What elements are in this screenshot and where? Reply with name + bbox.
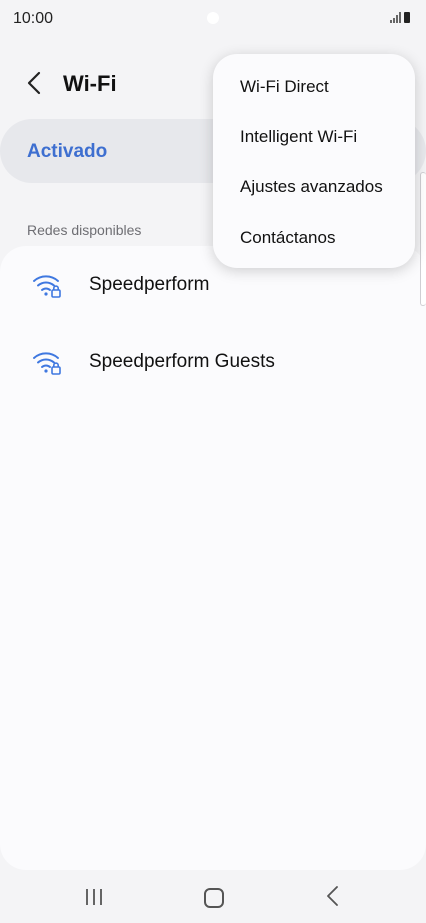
wifi-lock-icon bbox=[33, 352, 61, 375]
network-name: Speedperform Guests bbox=[89, 351, 275, 372]
battery-icon bbox=[404, 12, 410, 23]
wifi-lock-icon bbox=[33, 275, 61, 298]
scrollbar[interactable] bbox=[420, 172, 426, 306]
home-icon[interactable] bbox=[204, 888, 224, 908]
wifi-toggle-label: Activado bbox=[27, 141, 108, 162]
status-time: 10:00 bbox=[13, 10, 54, 27]
page-title: Wi-Fi bbox=[63, 71, 117, 96]
overflow-menu: Wi-Fi Direct Intelligent Wi-Fi Ajustes a… bbox=[213, 54, 415, 268]
menu-item-intelligent-wifi[interactable]: Intelligent Wi-Fi bbox=[240, 127, 357, 147]
networks-list: Speedperform Speedperform Guests bbox=[0, 246, 426, 870]
menu-item-advanced-settings[interactable]: Ajustes avanzados bbox=[240, 177, 383, 197]
status-bar: 10:00 bbox=[0, 0, 426, 40]
back-arrow-icon bbox=[27, 71, 41, 95]
status-icons bbox=[390, 12, 410, 23]
signal-icon bbox=[390, 12, 401, 23]
menu-item-contact-us[interactable]: Contáctanos bbox=[240, 228, 335, 248]
network-name: Speedperform bbox=[89, 274, 210, 295]
available-networks-label: Redes disponibles bbox=[27, 222, 142, 238]
recents-icon[interactable] bbox=[84, 888, 104, 906]
network-item[interactable]: Speedperform Guests bbox=[0, 332, 426, 392]
nav-back-icon[interactable] bbox=[323, 885, 343, 907]
menu-item-wifi-direct[interactable]: Wi-Fi Direct bbox=[240, 77, 329, 97]
camera-cutout bbox=[207, 12, 219, 24]
navigation-bar bbox=[0, 870, 426, 923]
back-button[interactable] bbox=[20, 68, 50, 98]
